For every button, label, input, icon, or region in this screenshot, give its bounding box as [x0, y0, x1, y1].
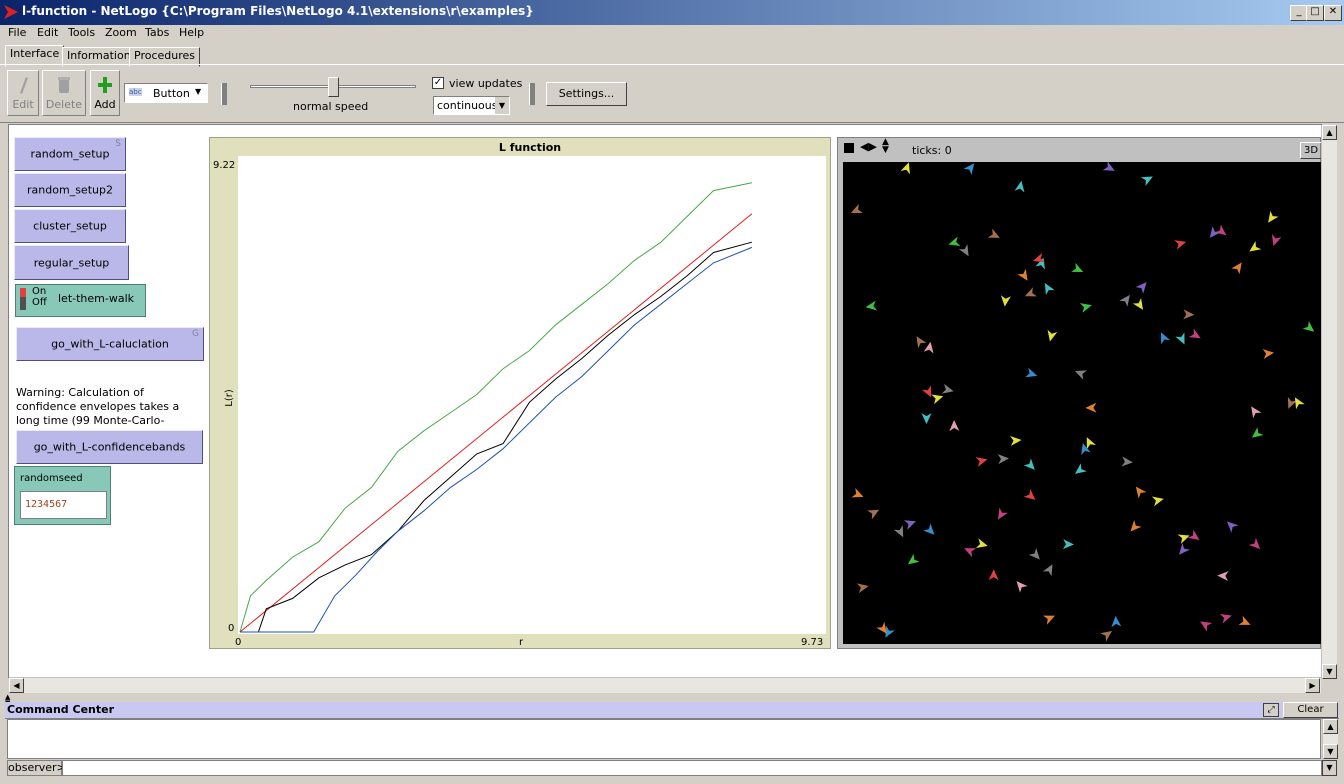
command-center-title: Command Center: [7, 703, 115, 716]
main-horizontal-scrollbar[interactable]: ◀ ▶: [9, 677, 1321, 693]
button-label: go_with_L-confidencebands: [33, 440, 186, 454]
menu-zoom[interactable]: Zoom: [105, 26, 137, 39]
plot-area: [238, 156, 826, 634]
close-icon[interactable]: ✕: [1324, 5, 1342, 21]
x-tick-max: 9.73: [801, 637, 823, 648]
plot-svg: L function 9.22 0 0 9.73 r L(r): [213, 141, 826, 648]
world-view-panel: ◀▶ ▲ ▼ ticks: 0 3D: [837, 137, 1322, 649]
regular-setup-button[interactable]: regular_setup: [14, 245, 129, 280]
menu-tools[interactable]: Tools: [68, 26, 95, 39]
plot-title: L function: [499, 141, 561, 154]
widget-type-select[interactable]: abc Button ▼: [124, 83, 208, 103]
update-mode-value: continuous: [437, 99, 498, 112]
world-view[interactable]: [843, 162, 1321, 644]
observer-selector[interactable]: observer>: [7, 760, 66, 776]
scroll-down-icon[interactable]: ▼: [1323, 744, 1338, 759]
button-label: regular_setup: [33, 256, 110, 269]
menu-help[interactable]: Help: [179, 26, 204, 39]
random-setup2-button[interactable]: random_setup2: [14, 173, 126, 207]
menu-edit[interactable]: Edit: [37, 26, 58, 39]
history-dropdown-icon[interactable]: ▼: [1322, 760, 1337, 776]
toolbar-separator: [221, 83, 227, 105]
switch-on-label: On: [32, 286, 47, 297]
y-tick-max: 9.22: [213, 160, 235, 171]
edit-button[interactable]: Edit: [7, 70, 39, 116]
view-updates-label: view updates: [449, 77, 523, 90]
cluster-setup-button[interactable]: cluster_setup: [14, 209, 126, 243]
shape-editor-icon[interactable]: [844, 143, 854, 153]
scroll-right-icon[interactable]: ▶: [1305, 678, 1320, 693]
arrows-v-icon[interactable]: ▲ ▼: [882, 138, 889, 155]
x-axis-label: r: [519, 637, 524, 648]
button-widget-icon: abc: [129, 88, 142, 96]
settings-button[interactable]: Settings...: [546, 82, 627, 106]
menu-tabs[interactable]: Tabs: [145, 26, 169, 39]
button-label: random_setup: [30, 147, 110, 161]
interface-canvas: S random_setup random_setup2 cluster_set…: [8, 124, 1337, 693]
l-function-plot: L function 9.22 0 0 9.73 r L(r): [209, 137, 831, 649]
add-label: Add: [94, 98, 116, 111]
randomseed-input-box: randomseed 1234567: [14, 466, 111, 525]
speed-slider-thumb[interactable]: [328, 77, 339, 97]
expand-icon[interactable]: ⤢: [1263, 703, 1279, 717]
button-label: random_setup2: [27, 183, 113, 197]
delete-label: Delete: [45, 98, 83, 111]
switch-off-label: Off: [32, 297, 47, 308]
output-scrollbar[interactable]: ▲ ▼: [1322, 719, 1338, 759]
menu-file[interactable]: File: [8, 26, 26, 39]
delete-button[interactable]: Delete: [42, 70, 86, 116]
plus-icon: [98, 77, 112, 93]
3d-button[interactable]: 3D: [1300, 142, 1322, 159]
speed-label: normal speed: [293, 100, 369, 113]
input-label: randomseed: [20, 473, 83, 484]
command-input[interactable]: [62, 760, 1322, 776]
edit-label: Edit: [12, 98, 34, 111]
toolbar-separator: [529, 83, 535, 105]
tab-divider: [0, 64, 1344, 65]
command-center-header: Command Center ⤢ Clear: [5, 702, 1339, 719]
scroll-down-icon[interactable]: ▼: [1322, 664, 1337, 679]
menu-bar: File Edit Tools Zoom Tabs Help: [0, 25, 1344, 43]
command-output: [7, 719, 1321, 759]
main-vertical-scrollbar[interactable]: ▲ ▼: [1321, 125, 1337, 679]
go-with-l-calculation-button[interactable]: G go_with_L-caluclation: [16, 327, 204, 361]
switch-knob: [20, 288, 26, 297]
random-setup-button[interactable]: S random_setup: [14, 137, 126, 171]
button-label: cluster_setup: [33, 219, 107, 233]
arrows-h-icon[interactable]: ◀▶: [860, 140, 877, 153]
toolbar-divider: [0, 122, 1344, 123]
y-axis-label: L(r): [224, 389, 235, 407]
netlogo-logo-icon: [4, 5, 18, 19]
title-bar: l-function - NetLogo {C:\Program Files\N…: [0, 0, 1344, 25]
maximize-icon[interactable]: □: [1306, 5, 1324, 21]
widget-type-value: Button: [153, 87, 190, 100]
chevron-down-icon: ▼: [495, 97, 509, 114]
pencil-icon: [20, 77, 28, 94]
y-tick-min: 0: [228, 623, 234, 634]
go-with-l-confidencebands-button[interactable]: go_with_L-confidencebands: [16, 430, 203, 464]
x-tick-min: 0: [235, 637, 241, 648]
chevron-down-icon: ▼: [195, 87, 202, 96]
trash-icon: [58, 77, 70, 93]
window-title: l-function - NetLogo {C:\Program Files\N…: [22, 4, 534, 18]
scroll-left-icon[interactable]: ◀: [9, 678, 24, 693]
add-button[interactable]: Add: [90, 70, 120, 116]
view-updates-checkbox[interactable]: ✓: [432, 77, 444, 89]
randomseed-input[interactable]: 1234567: [20, 491, 107, 519]
button-label: go_with_L-caluclation: [51, 337, 169, 351]
let-them-walk-switch[interactable]: On Off let-them-walk: [15, 284, 146, 317]
clear-button[interactable]: Clear: [1283, 702, 1338, 718]
scroll-up-icon[interactable]: ▲: [1323, 719, 1338, 734]
ticks-counter: ticks: 0: [912, 144, 952, 157]
scroll-up-icon[interactable]: ▲: [1322, 125, 1337, 140]
switch-label: let-them-walk: [58, 292, 135, 305]
update-mode-select[interactable]: continuous ▼: [433, 96, 510, 115]
